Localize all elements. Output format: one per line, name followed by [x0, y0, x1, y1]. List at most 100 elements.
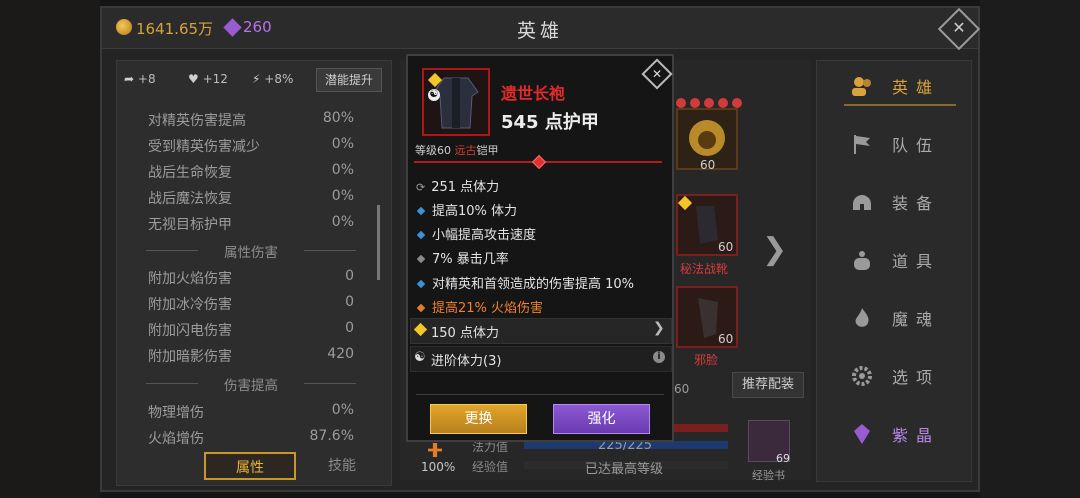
- gold-coin-icon: [116, 19, 132, 35]
- advance-bonus: 进阶体力(3): [431, 354, 502, 369]
- blue-diamond-icon: [416, 279, 426, 288]
- item-armor: 545 点护甲: [501, 112, 599, 133]
- tab-skills[interactable]: 技能: [300, 452, 384, 480]
- heart-bonus: +12: [202, 72, 228, 86]
- gear-icon: [852, 366, 872, 386]
- recommend-loadout-button[interactable]: 推荐配装: [732, 372, 804, 398]
- yinyang-icon: ☯: [428, 89, 440, 101]
- item-level: 等级60: [415, 144, 451, 157]
- nav-label: 魔魂: [892, 310, 941, 329]
- affix-legendary: 提高21% 火焰伤害: [416, 297, 666, 317]
- nav-label: 选项: [892, 368, 941, 387]
- star-icon: [732, 98, 742, 108]
- lightning-icon: ⚡: [252, 72, 261, 86]
- slot-item-name: 邪脸: [694, 353, 719, 367]
- yinyang-icon: ☯: [414, 350, 426, 365]
- item-rarity: 远古: [454, 144, 477, 157]
- bag-icon: [854, 251, 870, 270]
- grey-diamond-icon: [416, 254, 426, 263]
- item-level-line: 等级60 远古铠甲: [415, 142, 499, 158]
- close-icon: ✕: [952, 18, 966, 37]
- potential-upgrade-button[interactable]: 潜能提升: [316, 68, 382, 92]
- potential-bolt: ⚡ +8%: [252, 72, 293, 86]
- background-right: [980, 0, 1080, 498]
- stats-scrollbar[interactable]: [377, 205, 380, 280]
- slot-item-name: 秘法战靴: [680, 262, 729, 276]
- section-heading-damage-boost: 伤害提高: [136, 374, 366, 394]
- arrow-bonus: +8: [137, 72, 156, 86]
- page-title: 英雄: [516, 20, 563, 42]
- xp-book-label: 经验书: [752, 469, 785, 482]
- item-type: 铠甲: [476, 144, 499, 157]
- blue-diamond-icon: [416, 230, 426, 239]
- enhance-button[interactable]: 强化: [553, 404, 650, 434]
- nav-item-options[interactable]: 选项: [840, 358, 960, 394]
- nav-label: 装备: [892, 194, 941, 213]
- flame-icon: [855, 308, 869, 327]
- section-heading-attr-damage: 属性伤害: [136, 241, 366, 261]
- refresh-icon: ⟳: [416, 181, 426, 194]
- stat-row: 附加暗影伤害 420: [148, 346, 354, 365]
- item-name: 遗世长袍: [501, 84, 566, 103]
- stat-row: 附加火焰伤害 0: [148, 268, 354, 287]
- affix-base: ⟳ 251 点体力: [416, 180, 500, 195]
- xp-book-count: 69: [776, 452, 790, 465]
- divider: [416, 394, 664, 395]
- slot-level: 60: [674, 382, 690, 396]
- tab-attributes[interactable]: 属性: [204, 452, 296, 480]
- potential-arrow: ➦ +8: [124, 72, 156, 86]
- slot-level: 60: [718, 240, 734, 254]
- stat-row: 附加闪电伤害 0: [148, 320, 354, 339]
- nav-item-items[interactable]: 道具: [840, 242, 960, 278]
- stat-row: 战后魔法恢复 0%: [148, 188, 354, 207]
- helmet-icon: [853, 195, 871, 210]
- heart-icon: ♥: [188, 72, 199, 86]
- chevron-right-icon[interactable]: ❯: [762, 232, 787, 267]
- xp-label: 经验值: [472, 460, 509, 474]
- affix: 提高10% 体力: [416, 200, 666, 220]
- info-icon[interactable]: i: [653, 351, 665, 363]
- background-left: [0, 0, 100, 498]
- gold-amount: 1641.65万: [136, 20, 214, 38]
- nav-label: 道具: [892, 252, 941, 271]
- nav-item-hero[interactable]: 英雄: [840, 68, 960, 106]
- socket-bonus: 150 点体力: [431, 326, 499, 341]
- arrow-icon: ➦: [124, 72, 135, 86]
- star-icon: [704, 98, 714, 108]
- xp-value: 已达最高等级: [585, 462, 664, 477]
- orange-diamond-icon: [416, 303, 426, 312]
- nav-item-soul[interactable]: 魔魂: [840, 300, 960, 336]
- star-icon: [718, 98, 728, 108]
- potential-heart: ♥ +12: [188, 72, 228, 86]
- stat-row: 火焰增伤 87.6%: [148, 428, 354, 447]
- stat-row: 附加冰冷伤害 0: [148, 294, 354, 313]
- blue-diamond-icon: [416, 206, 426, 215]
- replace-button[interactable]: 更换: [430, 404, 527, 434]
- slot-level: 60: [718, 332, 734, 346]
- gem-amount: 260: [243, 18, 272, 36]
- affix: 对精英和首领造成的伤害提高 10%: [416, 273, 666, 293]
- hero-icon: [852, 77, 871, 96]
- slot-level: 60: [700, 158, 716, 172]
- nav-label: 紫晶: [892, 426, 941, 445]
- close-icon: ✕: [651, 67, 663, 81]
- stat-row: 受到精英伤害减少 0%: [148, 136, 354, 155]
- stat-row: 战后生命恢复 0%: [148, 162, 354, 181]
- nav-item-amethyst[interactable]: 紫晶: [840, 416, 960, 452]
- nav-item-equipment[interactable]: 装备: [840, 184, 960, 220]
- nav-label: 英雄: [892, 78, 941, 97]
- nav-item-team[interactable]: 队伍: [840, 126, 960, 162]
- star-icon: [690, 98, 700, 108]
- star-icon: [676, 98, 686, 108]
- stat-row: 对精英伤害提高 80%: [148, 110, 354, 129]
- percent-value: 100%: [421, 460, 456, 474]
- bolt-bonus: +8%: [264, 72, 294, 86]
- affix: 小幅提高攻击速度: [416, 224, 666, 244]
- chevron-right-icon: ❯: [653, 320, 665, 336]
- affix: 7% 暴击几率: [416, 248, 666, 268]
- flag-icon: [854, 135, 870, 154]
- crystal-icon: [854, 424, 870, 444]
- nav-label: 队伍: [892, 136, 941, 155]
- stat-row: 无视目标护甲 0%: [148, 214, 354, 233]
- stat-row: 物理增伤 0%: [148, 402, 354, 421]
